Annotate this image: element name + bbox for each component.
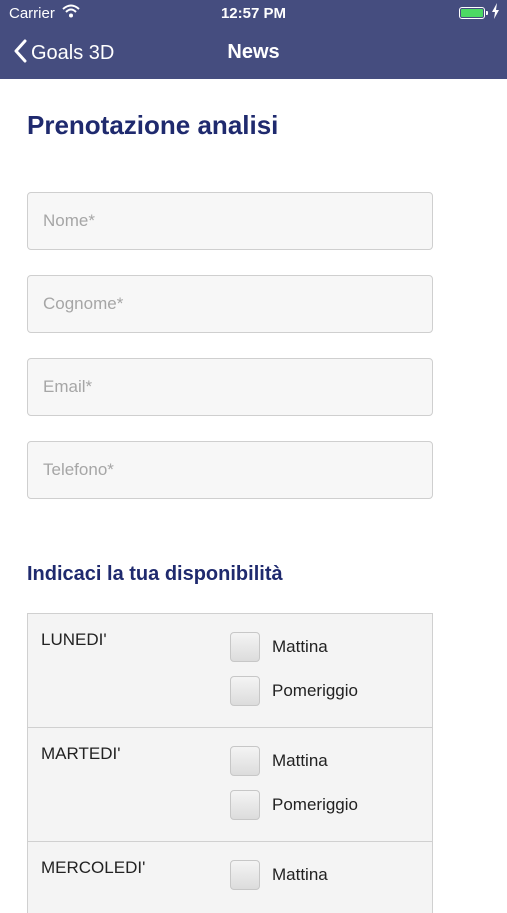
day-label: MERCOLEDI' [41, 858, 146, 877]
battery-icon [459, 7, 488, 19]
slot-label: Mattina [272, 865, 328, 884]
checkbox[interactable] [230, 746, 260, 776]
telefono-field[interactable] [27, 441, 433, 499]
day-row-mercoledi: MERCOLEDI' Mattina [28, 842, 432, 913]
slot-martedi-pomeriggio[interactable]: Pomeriggio [230, 789, 358, 821]
day-label: LUNEDI' [41, 630, 107, 649]
day-row-lunedi: LUNEDI' Mattina Pomeriggio [28, 614, 432, 728]
slot-label: Pomeriggio [272, 681, 358, 700]
page-title: Prenotazione analisi [27, 110, 279, 140]
slot-label: Mattina [272, 637, 328, 656]
slot-martedi-mattina[interactable]: Mattina [230, 745, 328, 777]
charging-bolt-icon [491, 3, 500, 23]
slot-label: Mattina [272, 751, 328, 770]
checkbox[interactable] [230, 632, 260, 662]
status-time: 12:57 PM [220, 5, 287, 22]
availability-table: LUNEDI' Mattina Pomeriggio MARTEDI' Matt… [27, 613, 433, 913]
checkbox[interactable] [230, 676, 260, 706]
slot-label: Pomeriggio [272, 795, 358, 814]
slot-lunedi-pomeriggio[interactable]: Pomeriggio [230, 675, 358, 707]
nav-title: News [227, 41, 280, 63]
nome-field[interactable] [27, 192, 433, 250]
day-label: MARTEDI' [41, 744, 121, 763]
slot-mercoledi-mattina[interactable]: Mattina [230, 859, 328, 891]
availability-title: Indicaci la tua disponibilità [27, 563, 283, 585]
navigation-bar: Goals 3D News [0, 26, 507, 79]
checkbox[interactable] [230, 790, 260, 820]
checkbox[interactable] [230, 860, 260, 890]
email-field[interactable] [27, 358, 433, 416]
status-bar: Carrier 12:57 PM [0, 0, 507, 26]
cognome-field[interactable] [27, 275, 433, 333]
slot-lunedi-mattina[interactable]: Mattina [230, 631, 328, 663]
day-row-martedi: MARTEDI' Mattina Pomeriggio [28, 728, 432, 842]
